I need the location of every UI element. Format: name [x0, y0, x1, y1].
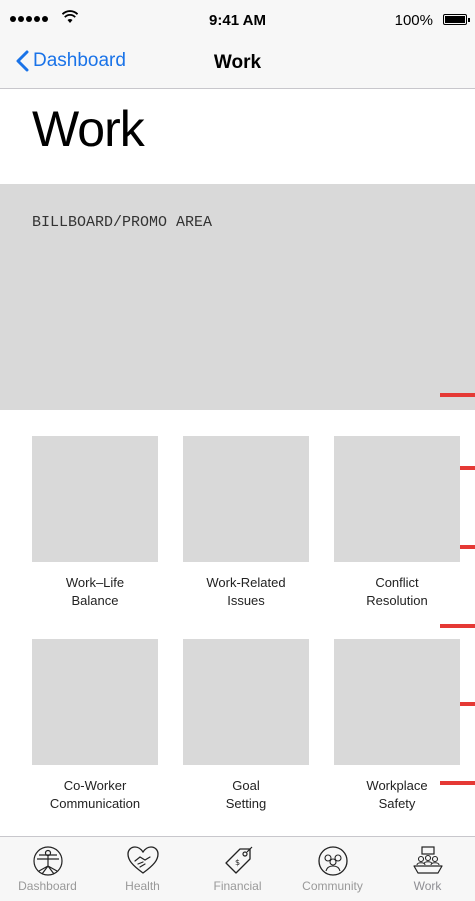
annotation-mark	[440, 393, 475, 397]
tile-label: Work–Life Balance	[65, 575, 125, 608]
battery-percentage: 100%	[394, 12, 433, 29]
tile-label: Workplace Safety	[366, 778, 428, 811]
heart-handshake-icon	[126, 846, 159, 874]
tab-work[interactable]: Work	[380, 837, 475, 901]
tile-label: Goal Setting	[225, 778, 267, 811]
tab-bar: Dashboard Health $ Financial Community W…	[0, 836, 475, 901]
tile-conflict-resolution[interactable]: Conflict Resolution	[334, 436, 460, 610]
tab-community[interactable]: Community	[285, 837, 380, 901]
tile-label: Conflict Resolution	[366, 575, 428, 608]
tile-image-placeholder	[334, 639, 460, 765]
navigation-bar: Dashboard Work	[0, 40, 475, 89]
tile-image-placeholder	[183, 639, 309, 765]
meeting-table-icon	[412, 846, 443, 874]
billboard-label: BILLBOARD/PROMO AREA	[32, 214, 213, 231]
tile-image-placeholder	[32, 436, 158, 562]
tile-label: Work-Related Issues	[206, 575, 286, 608]
tile-image-placeholder	[334, 436, 460, 562]
tab-label: Community	[302, 879, 363, 893]
tab-dashboard[interactable]: Dashboard	[0, 837, 95, 901]
tile-work-life-balance[interactable]: Work–Life Balance	[32, 436, 158, 610]
tab-label: Financial	[213, 879, 262, 893]
status-bar: 9:41 AM 100%	[0, 0, 475, 40]
tile-label: Co-Worker Communication	[49, 778, 141, 811]
tab-label: Work	[413, 879, 442, 893]
battery-icon	[443, 14, 470, 25]
annotation-mark	[440, 624, 475, 628]
tab-label: Dashboard	[18, 879, 77, 893]
price-tag-icon: $	[224, 846, 252, 874]
tile-image-placeholder	[183, 436, 309, 562]
billboard-promo-area[interactable]: BILLBOARD/PROMO AREA	[0, 184, 475, 410]
tile-work-related-issues[interactable]: Work-Related Issues	[183, 436, 309, 610]
tab-label: Health	[125, 879, 160, 893]
nav-title: Work	[213, 52, 262, 73]
tab-health[interactable]: Health	[95, 837, 190, 901]
vitruvian-man-icon	[32, 846, 63, 876]
tile-image-placeholder	[32, 639, 158, 765]
group-circle-icon	[317, 846, 348, 876]
svg-text:$: $	[235, 858, 240, 867]
tile-co-worker-communication[interactable]: Co-Worker Communication	[32, 639, 158, 813]
tile-workplace-safety[interactable]: Workplace Safety	[334, 639, 460, 813]
page-title: Work	[32, 101, 145, 157]
tab-financial[interactable]: $ Financial	[190, 837, 285, 901]
tile-goal-setting[interactable]: Goal Setting	[183, 639, 309, 813]
